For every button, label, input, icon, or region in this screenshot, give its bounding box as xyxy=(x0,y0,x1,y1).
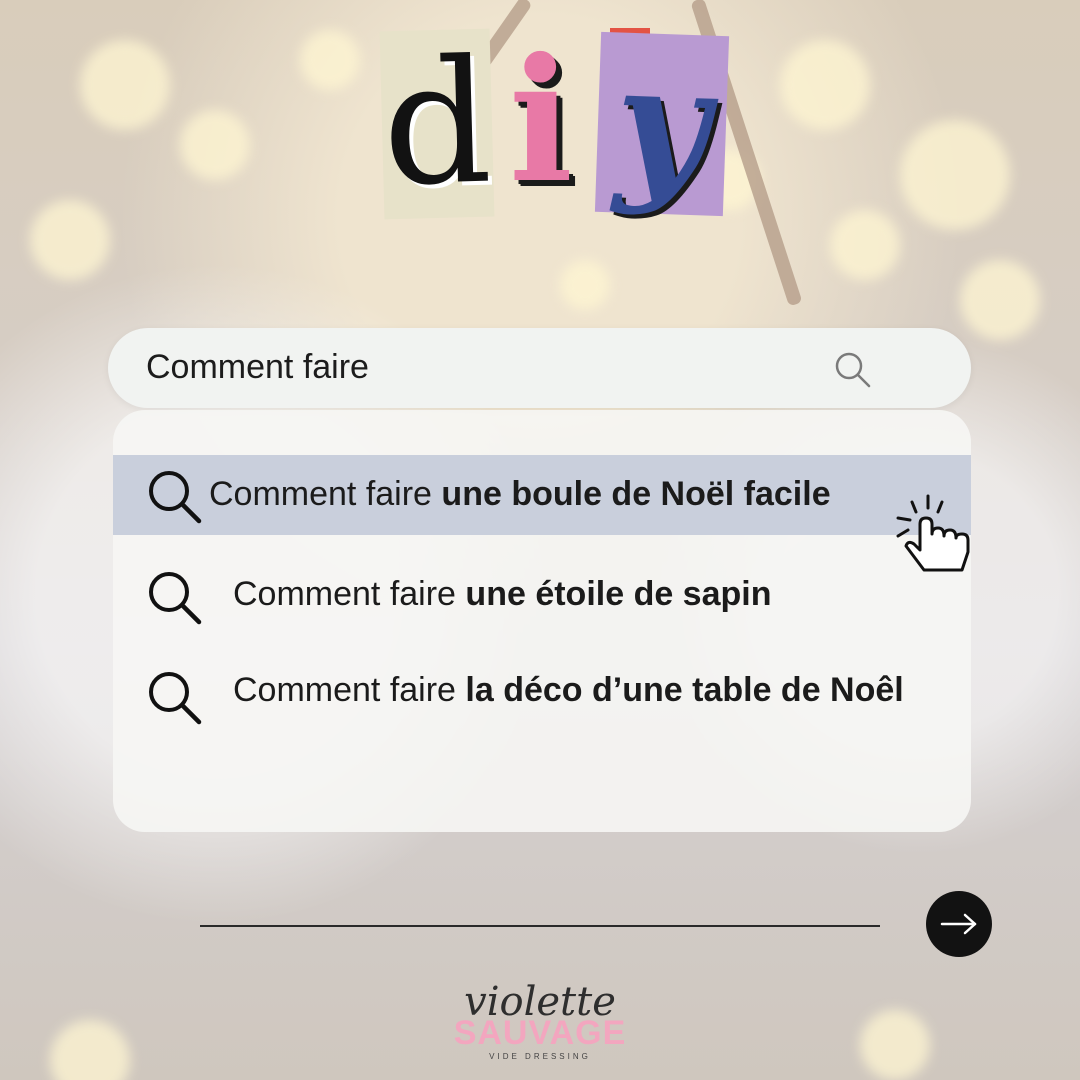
suggestion-item-2[interactable]: Comment faire une étoile de sapin xyxy=(113,560,971,640)
search-icon xyxy=(149,572,202,625)
diy-letter-y: y xyxy=(612,28,712,220)
arrow-right-icon xyxy=(940,913,977,935)
suggestion-prefix: Comment faire xyxy=(209,475,432,513)
divider-line xyxy=(200,925,880,927)
diy-letter-y-tile: y xyxy=(594,28,730,220)
brand-tagline: VIDE DRESSING xyxy=(489,1052,591,1061)
diy-letter-i-tile: i xyxy=(500,28,582,214)
suggestion-text: Comment faire la déco d’une table de Noê… xyxy=(233,664,933,716)
suggestion-text: Comment faire une boule de Noël facile xyxy=(209,468,831,520)
search-input[interactable]: Comment faire xyxy=(146,348,369,387)
diy-letter-i: i xyxy=(508,21,574,221)
search-icon xyxy=(149,471,202,524)
hand-pointer-icon xyxy=(896,494,970,572)
suggestion-prefix: Comment faire xyxy=(233,671,456,709)
diy-logo: d i y xyxy=(379,23,730,228)
brand-name: SAUVAGE xyxy=(453,1014,627,1052)
suggestion-completion: une boule de Noël facile xyxy=(441,475,831,513)
suggestion-completion: la déco d’une table de Noêl xyxy=(465,671,904,709)
suggestion-completion: une étoile de sapin xyxy=(465,575,772,613)
suggestion-item-3[interactable]: Comment faire la déco d’une table de Noê… xyxy=(113,660,971,780)
search-icon[interactable] xyxy=(833,350,873,390)
suggestion-item-1[interactable]: Comment faire une boule de Noël facile xyxy=(113,455,971,535)
diy-letter-d-tile: d xyxy=(379,23,495,225)
suggestion-text: Comment faire une étoile de sapin xyxy=(233,568,772,620)
diy-letter-d: d xyxy=(380,23,494,225)
search-bar[interactable]: Comment faire xyxy=(108,328,971,408)
suggestions-panel: Comment faire une boule de Noël facile C… xyxy=(113,410,971,832)
next-button[interactable] xyxy=(926,891,992,957)
suggestion-prefix: Comment faire xyxy=(233,575,456,613)
search-icon xyxy=(149,672,202,725)
